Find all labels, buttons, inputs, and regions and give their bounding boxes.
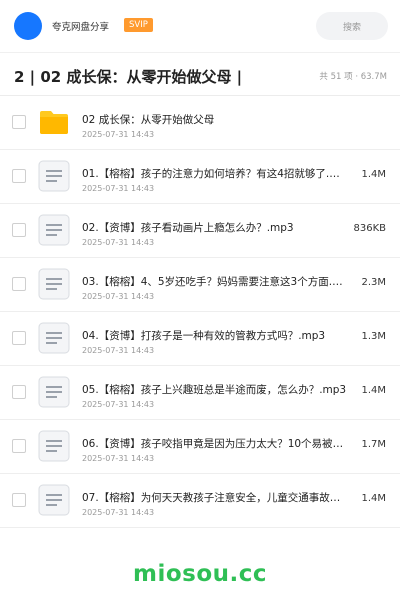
row-checkbox[interactable] (12, 439, 26, 453)
file-date: 2025-07-31 14:43 (82, 508, 155, 517)
file-name: 02 成长保：从零开始做父母 (82, 114, 215, 126)
file-size: 2.3M (361, 277, 386, 288)
file-name: 01.【榕榕】孩子的注意力如何培养？有这4招就够了.mp3 (82, 168, 348, 180)
row-checkbox[interactable] (12, 385, 26, 399)
list-item[interactable]: 02.【资博】孩子看动画片上瘾怎么办？.mp3 2025-07-31 14:43… (0, 204, 400, 258)
file-name: 03.【榕榕】4、5岁还吃手？妈妈需要注意这3个方面.mp3 (82, 276, 348, 288)
document-icon (38, 430, 70, 462)
document-icon (38, 376, 70, 408)
footer: miosou.cc (0, 548, 400, 600)
row-checkbox[interactable] (12, 277, 26, 291)
file-name: 06.【资博】孩子咬指甲竟是因为压力太大？10个易被忽略的原因.mp3 (82, 438, 348, 450)
document-icon (38, 322, 70, 354)
file-size: 1.7M (361, 439, 386, 450)
file-size: 1.4M (361, 493, 386, 504)
document-icon (38, 484, 70, 516)
avatar[interactable] (14, 12, 42, 40)
file-name: 04.【资博】打孩子是一种有效的管教方式吗？.mp3 (82, 330, 326, 342)
row-checkbox[interactable] (12, 169, 26, 183)
user-name[interactable]: 夸克网盘分享 (52, 19, 109, 33)
row-checkbox[interactable] (12, 493, 26, 507)
file-date: 2025-07-31 14:43 (82, 346, 155, 355)
list-item[interactable]: 06.【资博】孩子咬指甲竟是因为压力太大？10个易被忽略的原因.mp3 2025… (0, 420, 400, 474)
row-checkbox[interactable] (12, 115, 26, 129)
folder-icon (40, 111, 68, 134)
file-list: 02 成长保：从零开始做父母 2025-07-31 14:43 01.【榕榕】孩… (0, 96, 400, 528)
list-item[interactable]: 01.【榕榕】孩子的注意力如何培养？有这4招就够了.mp3 2025-07-31… (0, 150, 400, 204)
list-item[interactable]: 04.【资博】打孩子是一种有效的管教方式吗？.mp3 2025-07-31 14… (0, 312, 400, 366)
page-title: 2 | 02 成长保：从零开始做父母 | (14, 68, 243, 86)
list-item[interactable]: 07.【榕榕】为何天天教孩子注意安全，儿童交通事故仍频发？.mp3 2025-0… (0, 474, 400, 528)
header: 夸克网盘分享 SVIP 搜索 (0, 0, 400, 52)
document-icon (38, 214, 70, 246)
file-date: 2025-07-31 14:43 (82, 292, 155, 301)
file-name: 02.【资博】孩子看动画片上瘾怎么办？.mp3 (82, 222, 294, 234)
file-date: 2025-07-31 14:43 (82, 184, 155, 193)
list-item[interactable]: 05.【榕榕】孩子上兴趣班总是半途而废，怎么办？.mp3 2025-07-31 … (0, 366, 400, 420)
file-date: 2025-07-31 14:43 (82, 400, 155, 409)
file-date: 2025-07-31 14:43 (82, 454, 155, 463)
file-name: 05.【榕榕】孩子上兴趣班总是半途而废，怎么办？.mp3 (82, 384, 347, 396)
svip-badge: SVIP (124, 18, 153, 32)
list-item[interactable]: 03.【榕榕】4、5岁还吃手？妈妈需要注意这3个方面.mp3 2025-07-3… (0, 258, 400, 312)
row-checkbox[interactable] (12, 331, 26, 345)
file-size: 1.4M (361, 385, 386, 396)
folder-meta: 共 51 项 · 63.7M (319, 72, 387, 82)
watermark: miosou.cc (132, 561, 268, 587)
file-size: 836KB (353, 223, 386, 234)
file-name: 07.【榕榕】为何天天教孩子注意安全，儿童交通事故仍频发？.mp3 (82, 492, 348, 504)
document-icon (38, 268, 70, 300)
folder-title-bar: 2 | 02 成长保：从零开始做父母 | 共 51 项 · 63.7M (0, 52, 400, 96)
file-date: 2025-07-31 14:43 (82, 238, 155, 247)
share-page: 夸克网盘分享 SVIP 搜索 2 | 02 成长保：从零开始做父母 | 共 51… (0, 0, 400, 600)
search-placeholder: 搜索 (342, 22, 361, 33)
document-icon (38, 160, 70, 192)
file-date: 2025-07-31 14:43 (82, 130, 155, 139)
file-size: 1.3M (361, 331, 386, 342)
list-item[interactable]: 02 成长保：从零开始做父母 2025-07-31 14:43 (0, 96, 400, 150)
search-input[interactable]: 搜索 (316, 12, 388, 40)
row-checkbox[interactable] (12, 223, 26, 237)
file-size: 1.4M (361, 169, 386, 180)
